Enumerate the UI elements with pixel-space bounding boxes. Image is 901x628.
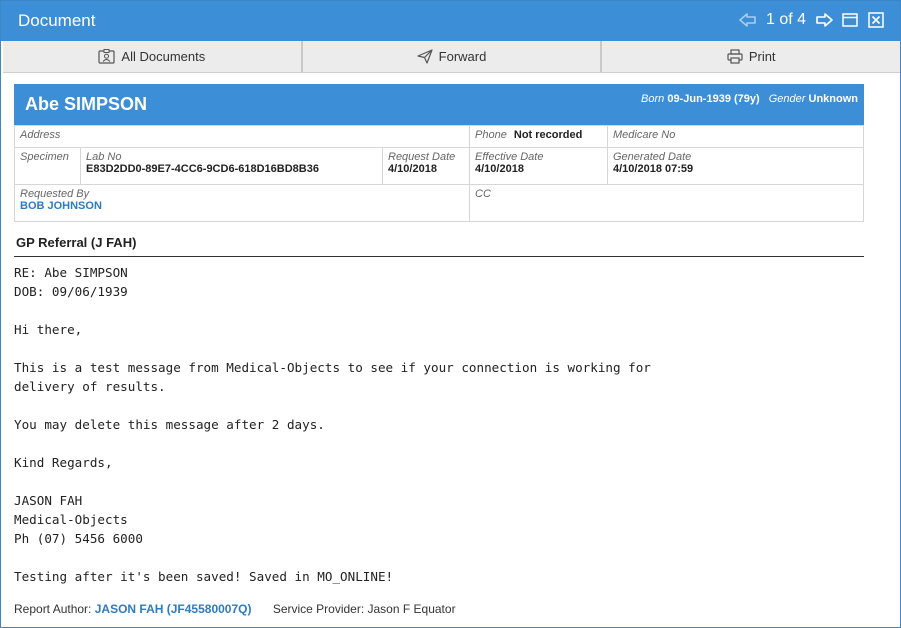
request-date-label: Request Date [388, 151, 456, 163]
service-provider: Service Provider: Jason F Equator [272, 602, 456, 616]
address-cell: Address [14, 125, 470, 148]
contact-card-icon [98, 49, 116, 64]
author-label: Report Author: [14, 602, 92, 616]
labno-value: E83D2DD0-89E7-4CC6-9CD6-618D16BD8B36 [86, 163, 319, 175]
gender-value: Unknown [808, 93, 859, 105]
next-arrow-icon[interactable] [814, 10, 834, 30]
report-footer: Report Author: JASON FAH (JF45580007Q) S… [14, 602, 456, 616]
effective-date-value: 4/10/2018 [475, 163, 524, 175]
print-button[interactable]: Print [602, 41, 900, 72]
all-documents-label: All Documents [121, 49, 206, 64]
page-indicator: 1 of 4 [765, 11, 806, 28]
address-label: Address [20, 129, 61, 141]
phone-cell: Phone Not recorded [469, 125, 608, 148]
effective-date-cell: Effective Date 4/10/2018 [469, 147, 608, 185]
effective-date-label: Effective Date [475, 151, 544, 163]
requested-by-cell: Requested By BOB JOHNSON [14, 184, 470, 222]
window-title: Document [18, 11, 96, 30]
patient-name: Abe SIMPSON [25, 94, 148, 114]
patient-info-table: Address Phone Not recorded Medicare No S… [14, 125, 864, 222]
printer-icon [727, 49, 743, 64]
patient-header: Abe SIMPSON Born 09-Jun-1939 (79y) Gende… [14, 84, 864, 125]
request-date-cell: Request Date 4/10/2018 [382, 147, 470, 185]
specimen-cell: Specimen [14, 147, 81, 185]
document-window: Document 1 of 4 All Documents Forward Pr… [0, 0, 901, 628]
generated-date-cell: Generated Date 4/10/2018 07:59 [607, 147, 864, 185]
send-icon [417, 49, 433, 64]
cc-cell: CC [469, 184, 864, 222]
cc-label: CC [475, 188, 491, 200]
generated-date-label: Generated Date [613, 151, 692, 163]
close-icon[interactable] [866, 10, 886, 30]
previous-arrow-icon[interactable] [738, 10, 758, 30]
title-bar: Document 1 of 4 [1, 1, 900, 41]
phone-value: Not recorded [513, 129, 583, 141]
requested-by-label: Requested By [20, 188, 90, 200]
request-date-value: 4/10/2018 [388, 163, 437, 175]
patient-demographics: Born 09-Jun-1939 (79y) Gender Unknown [641, 93, 858, 105]
requested-by-link[interactable]: BOB JOHNSON [20, 200, 464, 212]
labno-cell: Lab No E83D2DD0-89E7-4CC6-9CD6-618D16BD8… [80, 147, 383, 185]
gender-label: Gender [768, 93, 806, 105]
born-value: 09-Jun-1939 (79y) [667, 93, 760, 105]
toolbar: All Documents Forward Print [3, 41, 900, 73]
all-documents-button[interactable]: All Documents [3, 41, 303, 72]
document-body: RE: Abe SIMPSON DOB: 09/06/1939 Hi there… [14, 265, 651, 584]
specimen-label: Specimen [20, 151, 69, 163]
document-section-title: GP Referral (J FAH) [14, 235, 864, 257]
medicare-label: Medicare No [613, 129, 676, 141]
born-label: Born [641, 93, 665, 105]
labno-label: Lab No [86, 151, 122, 163]
forward-button[interactable]: Forward [303, 41, 603, 72]
phone-label: Phone [475, 129, 507, 141]
print-label: Print [748, 49, 776, 64]
generated-date-value: 4/10/2018 07:59 [613, 163, 694, 175]
author-link[interactable]: JASON FAH (JF45580007Q) [95, 602, 252, 616]
maximize-icon[interactable] [840, 10, 860, 30]
forward-label: Forward [438, 49, 487, 64]
page-navigation: 1 of 4 [738, 10, 886, 30]
medicare-cell: Medicare No [607, 125, 864, 148]
